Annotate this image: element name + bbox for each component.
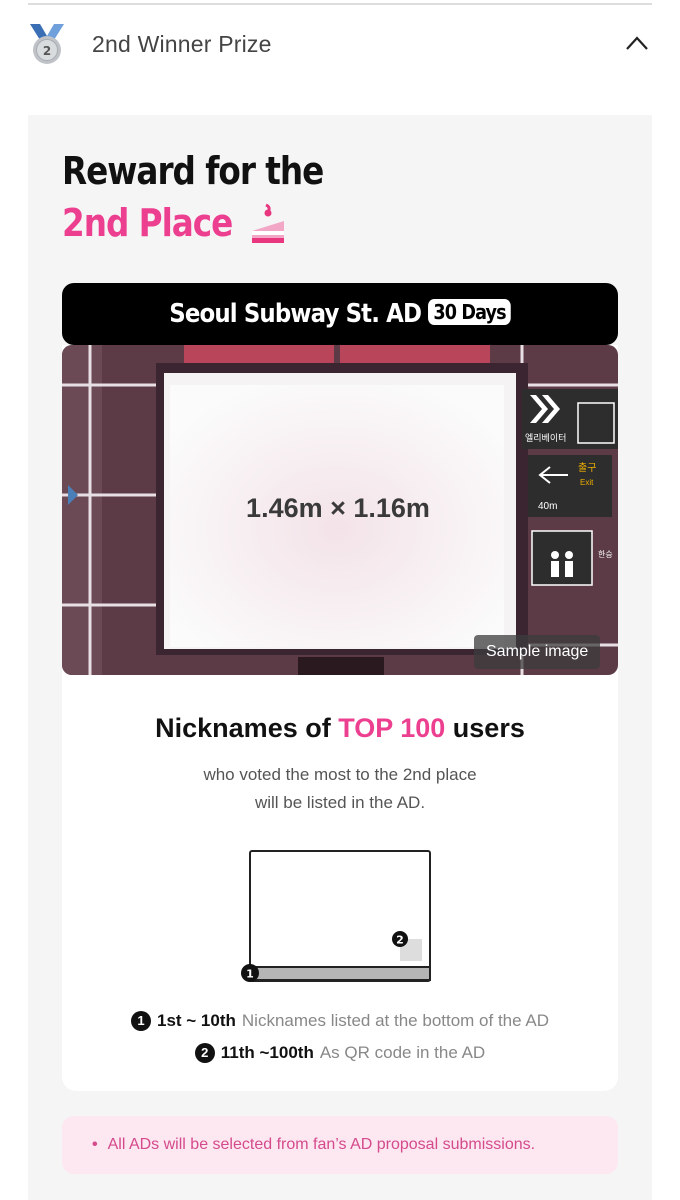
medal-number: 2	[43, 44, 51, 58]
subway-ad-banner: Seoul Subway St. AD 30 Days	[62, 283, 618, 345]
nicknames-title: Nicknames of TOP 100 users	[62, 713, 618, 744]
accordion-header-2nd-prize[interactable]: 2 2nd Winner Prize	[28, 12, 652, 80]
legend-desc-1: Nicknames listed at the bottom of the AD	[241, 1011, 549, 1030]
sample-image-badge: Sample image	[474, 635, 601, 669]
note-bullet: •	[92, 1136, 98, 1153]
ad-layout-diagram: 2 1	[241, 850, 431, 982]
reward-title-line1: Reward for the	[62, 149, 324, 193]
sign-elevator: 엘리베이터	[525, 433, 566, 444]
nicknames-subtitle: who voted the most to the 2nd place will…	[62, 761, 618, 817]
accordion-title: 2nd Winner Prize	[92, 31, 272, 57]
legend-marker-2: 2	[194, 1043, 215, 1063]
legend-row-top10: 1 1st ~ 10th Nicknames listed at the bot…	[62, 1005, 618, 1037]
legend-rank-1: 1st ~ 10th	[156, 1011, 236, 1030]
ranking-legend: 1 1st ~ 10th Nicknames listed at the bot…	[62, 1005, 618, 1069]
legend-rank-2: 11th ~100th	[220, 1043, 314, 1062]
silver-medal-icon: 2	[30, 24, 64, 64]
diagram-marker-1: 1	[246, 968, 254, 981]
note-text: All ADs will be selected from fan’s AD p…	[107, 1136, 536, 1153]
banner-text: Seoul Subway St. AD	[169, 299, 422, 329]
nicknames-title-highlight: TOP 100	[338, 713, 446, 743]
cake-icon	[252, 203, 284, 243]
sign-exit-korean: 출구	[578, 462, 596, 474]
chevron-up-icon[interactable]	[624, 34, 650, 52]
ad-dimensions: 1.46m × 1.16m	[246, 493, 430, 523]
top-divider	[28, 3, 652, 5]
sign-exit: Exit	[580, 478, 594, 487]
sign-distance: 40m	[538, 501, 557, 512]
legend-marker-1: 1	[130, 1011, 151, 1031]
ad-details-card: 엘리베이터 출구 Exit 40m 한승 1.46m × 1.16m Sampl…	[62, 345, 618, 1091]
diagram-marker-2: 2	[396, 934, 404, 947]
legend-row-top100: 2 11th ~100th As QR code in the AD	[62, 1037, 618, 1069]
nicknames-title-suffix: users	[445, 713, 525, 743]
submission-note: • All ADs will be selected from fan’s AD…	[62, 1116, 618, 1174]
prize-panel: Reward for the 2nd Place Seoul Subway St…	[28, 115, 652, 1200]
nicknames-subtitle-line1: who voted the most to the 2nd place	[203, 765, 477, 784]
nicknames-subtitle-line2: will be listed in the AD.	[254, 793, 426, 812]
nicknames-title-prefix: Nicknames of	[155, 713, 339, 743]
sign-partial: 한승	[598, 550, 613, 559]
legend-desc-2: As QR code in the AD	[319, 1043, 486, 1062]
days-badge: 30 Days	[427, 299, 511, 325]
